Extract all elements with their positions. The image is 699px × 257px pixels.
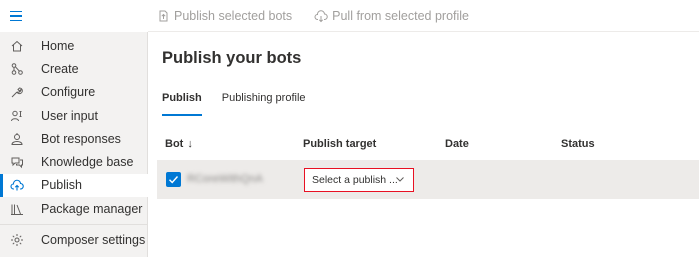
sidebar-item-composer-settings[interactable]: Composer settings [0, 228, 148, 252]
sidebar-item-label: Package manager [41, 201, 143, 216]
command-bar: Publish selected bots Pull from selected… [148, 0, 699, 32]
column-header-publish-target: Publish target [303, 138, 377, 150]
home-icon [10, 39, 24, 53]
tab-publish[interactable]: Publish [162, 92, 202, 116]
page-title: Publish your bots [162, 49, 302, 67]
sidebar-nav: Home Create Configure User input Bot res… [0, 34, 148, 220]
row-checkbox[interactable] [166, 172, 181, 187]
chevron-down-icon [396, 177, 404, 182]
table-row[interactable]: RCoreWithQnA Select a publish ... [157, 160, 699, 199]
sidebar-item-knowledge-base[interactable]: Knowledge base [0, 150, 148, 173]
table-header: Bot ↓ Publish target Date Status [148, 130, 699, 158]
sidebar-item-label: Composer settings [41, 233, 146, 247]
sidebar-item-create[interactable]: Create [0, 57, 148, 80]
checkmark-icon [169, 176, 179, 184]
pull-from-profile-button[interactable]: Pull from selected profile [314, 9, 469, 23]
gear-icon [10, 233, 24, 247]
sidebar-item-home[interactable]: Home [0, 34, 148, 57]
sidebar-item-bot-responses[interactable]: Bot responses [0, 127, 148, 150]
sidebar-item-label: User input [41, 108, 98, 123]
cloud-upload-icon [10, 178, 24, 192]
pull-from-profile-label: Pull from selected profile [332, 8, 470, 23]
publish-selected-bots-button[interactable]: Publish selected bots [156, 9, 292, 23]
hamburger-menu-icon[interactable] [10, 8, 26, 24]
bot-icon [10, 132, 24, 146]
column-header-bot[interactable]: Bot ↓ [165, 138, 193, 150]
sort-descending-icon: ↓ [187, 138, 193, 150]
user-input-icon [10, 109, 24, 123]
sidebar-item-label: Create [41, 61, 79, 76]
sidebar-item-publish[interactable]: Publish [0, 173, 148, 198]
sidebar-divider [0, 224, 148, 225]
wrench-icon [10, 85, 24, 99]
sidebar-item-label: Bot responses [41, 131, 121, 146]
tab-publishing-profile[interactable]: Publishing profile [222, 92, 306, 114]
upload-icon [156, 9, 170, 23]
sidebar-item-label: Knowledge base [41, 155, 134, 170]
tab-list: Publish Publishing profile [162, 92, 326, 116]
sidebar-item-label: Home [41, 38, 75, 53]
sidebar-item-configure[interactable]: Configure [0, 81, 148, 104]
publish-target-placeholder: Select a publish ... [312, 174, 398, 186]
column-header-status: Status [561, 138, 595, 150]
publish-selected-bots-label: Publish selected bots [174, 8, 293, 23]
column-header-date: Date [445, 138, 469, 150]
flow-icon [10, 62, 24, 76]
sidebar-item-label: Configure [41, 85, 96, 100]
sidebar-item-label: Publish [41, 178, 82, 193]
library-icon [10, 202, 24, 216]
sidebar: Home Create Configure User input Bot res… [0, 0, 148, 257]
bot-name: RCoreWithQnA [187, 173, 263, 185]
sidebar-item-package-manager[interactable]: Package manager [0, 197, 148, 220]
column-header-bot-label: Bot [165, 138, 184, 150]
sidebar-item-user-input[interactable]: User input [0, 104, 148, 127]
publish-target-dropdown[interactable]: Select a publish ... [304, 168, 414, 192]
chat-icon [10, 155, 24, 169]
cloud-download-icon [314, 9, 328, 23]
